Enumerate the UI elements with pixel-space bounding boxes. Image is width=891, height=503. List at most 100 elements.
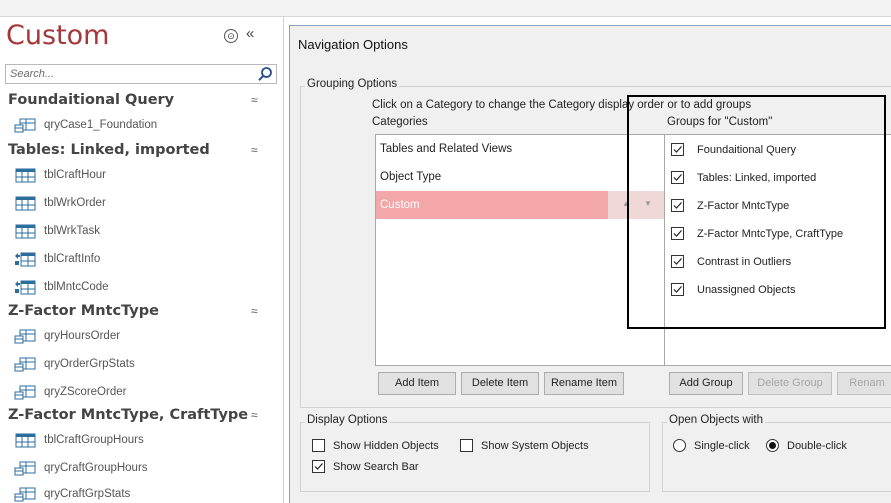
nav-menu-icon[interactable]: ⊙ <box>224 29 238 43</box>
nav-group-title: Tables: Linked, imported <box>8 142 210 158</box>
grouping-instructions: Click on a Category to change the Catego… <box>372 99 752 111</box>
query-icon <box>14 461 36 476</box>
group-checkbox[interactable] <box>671 171 684 184</box>
category-object-type[interactable]: Object Type <box>376 163 664 191</box>
query-icon <box>14 487 36 502</box>
double-click-option[interactable]: Double-click <box>766 438 866 454</box>
table-icon <box>15 224 36 239</box>
categories-header: Categories <box>372 116 428 128</box>
group-row-zfactor-mntctype-crafttype[interactable]: Z-Factor MntcType, CraftType <box>665 219 891 247</box>
group-label: Z-Factor MntcType <box>697 200 790 212</box>
group-checkbox[interactable] <box>671 255 684 268</box>
single-click-option[interactable]: Single-click <box>673 438 773 454</box>
query-icon <box>14 385 36 400</box>
option-label: Show Hidden Objects <box>333 440 439 452</box>
nav-item-label: tblMntcCode <box>44 281 109 293</box>
group-row-contrast-in-outliers[interactable]: Contrast in Outliers <box>665 247 891 275</box>
search-input[interactable] <box>6 65 252 83</box>
move-up-arrow-icon[interactable]: ▲ <box>622 199 630 208</box>
table-icon <box>15 196 36 211</box>
nav-group-zfactor-mntctype[interactable]: Z-Factor MntcType ≈ <box>0 302 284 324</box>
show-search-bar-option[interactable]: Show Search Bar <box>312 459 462 475</box>
nav-item-label: tblCraftInfo <box>44 253 101 265</box>
collapse-chevron-icon[interactable]: ≈ <box>251 143 258 157</box>
ribbon-strip <box>0 0 891 17</box>
nav-item-label: qryCase1_Foundation <box>44 119 158 131</box>
option-label: Single-click <box>694 440 750 452</box>
collapse-chevron-icon[interactable]: ≈ <box>251 408 258 422</box>
double-click-radio[interactable] <box>766 439 779 452</box>
show-system-objects-option[interactable]: Show System Objects <box>460 438 610 454</box>
show-hidden-objects-option[interactable]: Show Hidden Objects <box>312 438 462 454</box>
show-system-objects-checkbox[interactable] <box>460 439 473 452</box>
nav-group-foundational-query[interactable]: Foundaitional Query ≈ <box>0 91 284 113</box>
table-icon <box>15 168 36 183</box>
nav-item-qryhoursorder[interactable]: qryHoursOrder <box>0 324 284 351</box>
option-label: Double-click <box>787 440 847 452</box>
group-row-unassigned-objects[interactable]: Unassigned Objects <box>665 275 891 303</box>
nav-item-tblcraftgrouphours[interactable]: tblCraftGroupHours <box>0 428 284 455</box>
show-hidden-objects-checkbox[interactable] <box>312 439 325 452</box>
nav-item-label: tblWrkOrder <box>44 197 106 209</box>
delete-group-button[interactable]: Delete Group <box>748 372 832 395</box>
nav-item-tblcrafthour[interactable]: tblCraftHour <box>0 163 284 190</box>
groups-header: Groups for "Custom" <box>667 116 773 128</box>
rename-item-button[interactable]: Rename Item <box>544 372 624 395</box>
group-checkbox[interactable] <box>671 199 684 212</box>
nav-item-tblcraftinfo[interactable]: tblCraftInfo <box>0 247 284 274</box>
group-label: Z-Factor MntcType, CraftType <box>697 228 844 240</box>
search-box <box>5 64 277 84</box>
group-label: Contrast in Outliers <box>697 256 792 268</box>
group-row-zfactor-mntctype[interactable]: Z-Factor MntcType <box>665 191 891 219</box>
group-label: Unassigned Objects <box>697 284 796 296</box>
groups-list[interactable]: Foundaitional Query Tables: Linked, impo… <box>664 134 891 366</box>
collapse-chevron-icon[interactable]: ≈ <box>251 93 258 107</box>
nav-item-label: qryZScoreOrder <box>44 386 127 398</box>
add-item-button[interactable]: Add Item <box>378 372 456 395</box>
open-objects-group <box>662 422 891 492</box>
nav-item-label: tblWrkTask <box>44 225 101 237</box>
group-row-tables-linked-imported[interactable]: Tables: Linked, imported <box>665 163 891 191</box>
nav-header: Custom ⊙ « <box>0 17 284 61</box>
rename-group-button[interactable]: Renam <box>837 372 891 395</box>
query-icon <box>14 118 36 133</box>
dialog-title: Navigation Options <box>298 37 408 52</box>
search-icon[interactable] <box>257 66 273 82</box>
move-down-arrow-icon[interactable]: ▼ <box>644 199 652 208</box>
navigation-options-dialog: Navigation Options Grouping Options Clic… <box>289 25 891 503</box>
group-checkbox[interactable] <box>671 143 684 156</box>
category-label: Tables and Related Views <box>380 143 513 155</box>
category-order-arrows: ▲ ▼ <box>608 191 664 219</box>
nav-group-title: Foundaitional Query <box>8 92 175 108</box>
nav-group-tables-linked-imported[interactable]: Tables: Linked, imported ≈ <box>0 141 284 163</box>
category-custom[interactable]: Custom ▲ ▼ <box>376 191 664 219</box>
category-tables-related-views[interactable]: Tables and Related Views <box>376 135 664 163</box>
nav-item-label: qryCraftGroupHours <box>44 462 148 474</box>
collapse-chevron-icon[interactable]: ≈ <box>251 304 258 318</box>
query-icon <box>14 329 36 344</box>
show-search-bar-checkbox[interactable] <box>312 460 325 473</box>
open-objects-legend: Open Objects with <box>667 414 765 426</box>
nav-item-qryordergrpstats[interactable]: qryOrderGrpStats <box>0 352 284 379</box>
nav-item-label: qryOrderGrpStats <box>44 358 135 370</box>
nav-title[interactable]: Custom <box>6 20 109 51</box>
nav-item-qryzscoreorder[interactable]: qryZScoreOrder <box>0 380 284 407</box>
nav-item-qrycraftgrpstats[interactable]: qryCraftGrpStats <box>0 482 284 503</box>
nav-item-qrycraftgrouphours[interactable]: qryCraftGroupHours <box>0 456 284 483</box>
table-icon <box>15 433 36 448</box>
category-label: Object Type <box>380 171 442 183</box>
nav-item-tblwrktask[interactable]: tblWrkTask <box>0 219 284 246</box>
nav-item-qrycase1-foundation[interactable]: qryCase1_Foundation <box>0 113 284 140</box>
shutter-bar-collapse-icon[interactable]: « <box>246 25 254 42</box>
nav-group-zfactor-mntctype-crafttype[interactable]: Z-Factor MntcType, CraftType ≈ <box>0 406 284 428</box>
single-click-radio[interactable] <box>673 439 686 452</box>
group-checkbox[interactable] <box>671 227 684 240</box>
categories-list[interactable]: Tables and Related Views Object Type Cus… <box>375 134 665 366</box>
delete-item-button[interactable]: Delete Item <box>461 372 539 395</box>
group-row-foundational-query[interactable]: Foundaitional Query <box>665 135 891 163</box>
nav-item-label: tblCraftGroupHours <box>44 434 144 446</box>
group-checkbox[interactable] <box>671 283 684 296</box>
add-group-button[interactable]: Add Group <box>669 372 743 395</box>
nav-item-tblmntccode[interactable]: tblMntcCode <box>0 275 284 302</box>
nav-item-tblwrkorder[interactable]: tblWrkOrder <box>0 191 284 218</box>
